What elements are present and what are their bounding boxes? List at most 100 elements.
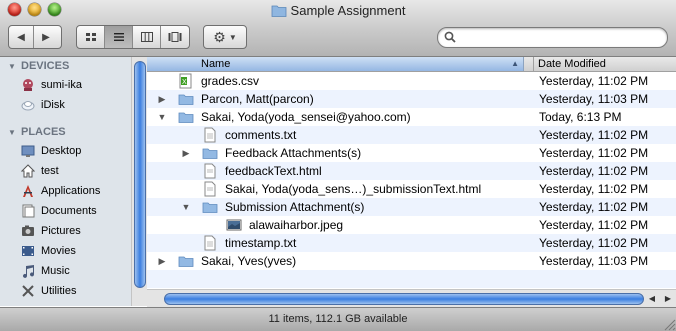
file-name: timestamp.txt bbox=[225, 236, 297, 250]
list-item[interactable]: alawaiharbor.jpeg Yesterday, 11:02 PM bbox=[147, 216, 676, 234]
file-rows: X grades.csv Yesterday, 11:02 PM ▶ Parco… bbox=[147, 72, 676, 288]
gear-icon: ⚙ bbox=[213, 28, 226, 45]
list-item[interactable]: ▶ Parcon, Matt(parcon) Yesterday, 11:03 … bbox=[147, 90, 676, 108]
file-name: feedbackText.html bbox=[225, 164, 322, 178]
disclosure-triangle-icon[interactable]: ▼ bbox=[8, 128, 18, 137]
file-date: Today, 6:13 PM bbox=[539, 110, 622, 124]
sidebar-item-pictures[interactable]: Pictures bbox=[0, 221, 146, 241]
search-icon bbox=[444, 31, 456, 43]
sidebar-item-label: Applications bbox=[41, 185, 101, 197]
name-column-header[interactable]: Name ▲ bbox=[147, 57, 524, 71]
window-title-bar: Sample Assignment bbox=[0, 3, 676, 20]
column-view-button[interactable] bbox=[133, 26, 161, 48]
file-list: Name ▲ Date Modified X grades.csv Yester… bbox=[147, 57, 676, 288]
back-button[interactable]: ◀ bbox=[9, 26, 34, 48]
sidebar-item-label: iDisk bbox=[41, 99, 65, 111]
csv-file-icon: X bbox=[179, 73, 192, 89]
date-modified-column-header[interactable]: Date Modified bbox=[538, 57, 606, 71]
file-date: Yesterday, 11:03 PM bbox=[539, 92, 649, 106]
text-file-icon bbox=[204, 127, 216, 143]
disclosure-triangle-icon[interactable]: ▶ bbox=[181, 144, 191, 162]
text-file-icon bbox=[204, 235, 216, 251]
sidebar-item-movies[interactable]: Movies bbox=[0, 241, 146, 261]
list-item[interactable]: ▼ Sakai, Yoda(yoda_sensei@yahoo.com) Tod… bbox=[147, 108, 676, 126]
file-date: Yesterday, 11:02 PM bbox=[539, 200, 649, 214]
list-item[interactable]: ▼ Submission Attachment(s) Yesterday, 11… bbox=[147, 198, 676, 216]
sidebar-section-devices[interactable]: ▼ DEVICES bbox=[0, 57, 146, 75]
scroll-left-icon[interactable]: ◀ bbox=[644, 290, 660, 307]
coverflow-view-icon bbox=[168, 32, 181, 42]
sort-ascending-icon: ▲ bbox=[511, 59, 519, 68]
sidebar-item-test[interactable]: test bbox=[0, 161, 146, 181]
sidebar-scrollbar[interactable] bbox=[131, 57, 147, 306]
list-view-button[interactable] bbox=[105, 26, 133, 48]
window-title: Sample Assignment bbox=[290, 3, 406, 18]
list-item[interactable]: X grades.csv Yesterday, 11:02 PM bbox=[147, 72, 676, 90]
sidebar-item-label: test bbox=[41, 165, 59, 177]
home-icon bbox=[20, 163, 36, 179]
sidebar-item-idisk[interactable]: iDisk bbox=[0, 95, 146, 115]
scroll-right-icon[interactable]: ▶ bbox=[660, 290, 676, 307]
disclosure-triangle-open-icon[interactable]: ▼ bbox=[157, 108, 167, 126]
svg-text:X: X bbox=[182, 79, 187, 86]
horizontal-scroll-thumb[interactable] bbox=[164, 293, 644, 305]
disclosure-triangle-icon[interactable]: ▼ bbox=[8, 62, 18, 71]
sidebar-item-label: Utilities bbox=[41, 285, 77, 297]
documents-icon bbox=[20, 203, 36, 219]
file-date: Yesterday, 11:02 PM bbox=[539, 128, 649, 142]
search-field[interactable] bbox=[437, 27, 668, 48]
disclosure-triangle-icon[interactable]: ▶ bbox=[157, 90, 167, 108]
disclosure-triangle-icon[interactable]: ▶ bbox=[157, 252, 167, 270]
name-column-label: Name bbox=[201, 58, 231, 70]
forward-button[interactable]: ▶ bbox=[34, 26, 58, 48]
sidebar-item-applications[interactable]: Applications bbox=[0, 181, 146, 201]
list-item[interactable]: ▶ Feedback Attachments(s) Yesterday, 11:… bbox=[147, 144, 676, 162]
window-toolbar: Sample Assignment ◀ ▶ ⚙ ▼ bbox=[0, 0, 676, 57]
file-date: Yesterday, 11:02 PM bbox=[539, 146, 649, 160]
desktop-icon bbox=[20, 143, 36, 159]
folder-icon bbox=[178, 112, 194, 123]
sidebar-item-label: sumi-ika bbox=[41, 79, 82, 91]
sidebar-item-utilities[interactable]: Utilities bbox=[0, 281, 146, 301]
sidebar-item-sumi-ika[interactable]: sumi-ika bbox=[0, 75, 146, 95]
folder-icon bbox=[202, 202, 218, 213]
image-file-icon bbox=[226, 219, 242, 231]
sidebar: ▼ DEVICES sumi-ika iDisk ▼ PLACES Deskto… bbox=[0, 57, 147, 306]
back-arrow-icon: ◀ bbox=[17, 31, 25, 43]
sidebar-section-label: PLACES bbox=[21, 126, 66, 138]
search-input[interactable] bbox=[460, 29, 664, 47]
list-item[interactable]: ▶ Sakai, Yves(yves) Yesterday, 11:03 PM bbox=[147, 252, 676, 270]
action-menu-button[interactable]: ⚙ ▼ bbox=[203, 25, 247, 49]
list-item[interactable]: feedbackText.html Yesterday, 11:02 PM bbox=[147, 162, 676, 180]
view-mode-control bbox=[76, 25, 190, 49]
list-item[interactable]: timestamp.txt Yesterday, 11:02 PM bbox=[147, 234, 676, 252]
list-item[interactable]: Sakai, Yoda(yoda_sens…)_submissionText.h… bbox=[147, 180, 676, 198]
column-divider[interactable] bbox=[533, 57, 534, 71]
folder-icon bbox=[202, 148, 218, 159]
pictures-icon bbox=[20, 223, 36, 239]
column-view-icon bbox=[140, 32, 153, 42]
file-name: Sakai, Yves(yves) bbox=[201, 254, 297, 268]
list-view-icon bbox=[113, 33, 124, 41]
back-forward-control: ◀ ▶ bbox=[8, 25, 62, 49]
empty-row bbox=[147, 270, 676, 288]
sidebar-section-places[interactable]: ▼ PLACES bbox=[0, 123, 146, 141]
sidebar-section-label: DEVICES bbox=[21, 60, 70, 72]
file-name: alawaiharbor.jpeg bbox=[249, 218, 344, 232]
file-name: Sakai, Yoda(yoda_sensei@yahoo.com) bbox=[201, 110, 411, 124]
music-icon bbox=[20, 263, 36, 279]
icon-view-button[interactable] bbox=[77, 26, 105, 48]
sidebar-item-desktop[interactable]: Desktop bbox=[0, 141, 146, 161]
resize-grip-icon[interactable] bbox=[660, 315, 676, 331]
sidebar-item-documents[interactable]: Documents bbox=[0, 201, 146, 221]
list-item[interactable]: comments.txt Yesterday, 11:02 PM bbox=[147, 126, 676, 144]
folder-icon bbox=[178, 256, 194, 267]
sidebar-scroll-thumb[interactable] bbox=[134, 61, 146, 288]
file-name: Feedback Attachments(s) bbox=[225, 146, 362, 160]
coverflow-view-button[interactable] bbox=[161, 26, 188, 48]
disclosure-triangle-open-icon[interactable]: ▼ bbox=[181, 198, 191, 216]
chevron-down-icon: ▼ bbox=[228, 32, 237, 42]
html-file-icon bbox=[204, 181, 216, 197]
sidebar-item-music[interactable]: Music bbox=[0, 261, 146, 281]
horizontal-scrollbar[interactable]: ◀ ▶ bbox=[147, 289, 676, 307]
